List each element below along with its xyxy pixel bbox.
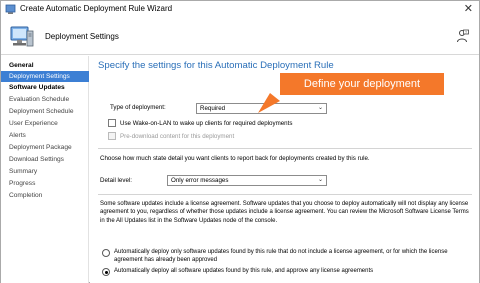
license-option-2-label: Automatically deploy all software update… — [114, 268, 374, 274]
detail-level-value: Only error messages — [171, 177, 229, 184]
nav-item-summary[interactable]: Summary — [1, 166, 89, 177]
nav-item-deployment-package[interactable]: Deployment Package — [1, 142, 89, 153]
type-of-deployment-label: Type of deployment: — [110, 104, 166, 111]
chevron-down-icon: ⌄ — [317, 105, 323, 111]
type-of-deployment-value: Required — [200, 105, 226, 112]
detail-level-select[interactable]: Only error messages ⌄ — [167, 175, 327, 186]
nav-item-software-updates[interactable]: Software Updates — [1, 82, 89, 93]
wake-on-lan-checkbox[interactable] — [108, 119, 116, 127]
window-title: Create Automatic Deployment Rule Wizard — [20, 4, 173, 13]
wizard-nav: General Deployment Settings Software Upd… — [1, 56, 89, 283]
help-person-icon[interactable]: ? — [455, 29, 469, 43]
nav-item-general[interactable]: General — [1, 60, 89, 71]
nav-item-completion[interactable]: Completion — [1, 190, 89, 201]
annotation-callout: Define your deployment — [280, 73, 444, 95]
license-option-1-label: Automatically deploy only software updat… — [114, 249, 448, 264]
close-icon[interactable]: ✕ — [464, 2, 473, 16]
license-info-text: Some software updates include a license … — [100, 201, 469, 224]
wizard-header: Deployment Settings ? — [1, 18, 479, 55]
divider — [98, 148, 472, 149]
license-option-radio-2[interactable] — [102, 268, 110, 276]
section-heading: Specify the settings for this Automatic … — [98, 60, 334, 71]
detail-level-label: Detail level: — [100, 177, 132, 184]
page-title: Deployment Settings — [45, 32, 119, 41]
computer-icon — [10, 26, 34, 47]
state-detail-text: Choose how much state detail you want cl… — [100, 155, 370, 162]
nav-item-download-settings[interactable]: Download Settings — [1, 154, 89, 165]
nav-item-deployment-schedule[interactable]: Deployment Schedule — [1, 106, 89, 117]
svg-text:?: ? — [465, 30, 467, 34]
chevron-down-icon: ⌄ — [317, 177, 323, 183]
nav-item-evaluation-schedule[interactable]: Evaluation Schedule — [1, 94, 89, 105]
predownload-checkbox[interactable] — [108, 132, 116, 140]
title-bar: Create Automatic Deployment Rule Wizard … — [1, 1, 479, 18]
wake-on-lan-label: Use Wake-on-LAN to wake up clients for r… — [120, 120, 293, 127]
nav-item-user-experience[interactable]: User Experience — [1, 118, 89, 129]
nav-item-deployment-settings[interactable]: Deployment Settings — [1, 71, 89, 82]
license-option-radio-1[interactable] — [102, 249, 110, 257]
nav-item-progress[interactable]: Progress — [1, 178, 89, 189]
predownload-label: Pre-download content for this deployment — [120, 133, 235, 140]
divider — [98, 194, 472, 195]
wizard-window: Create Automatic Deployment Rule Wizard … — [0, 0, 480, 283]
nav-item-alerts[interactable]: Alerts — [1, 130, 89, 141]
wizard-app-icon — [5, 4, 16, 14]
